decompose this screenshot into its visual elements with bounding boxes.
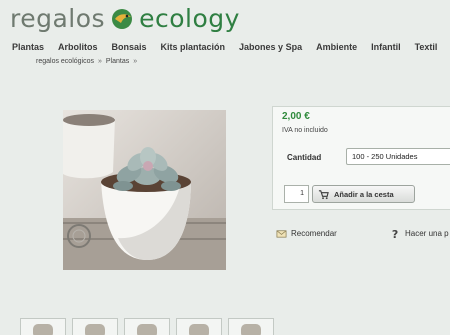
- product-price: 2,00 €: [282, 111, 310, 122]
- envelope-icon: [276, 230, 287, 238]
- logo-text-ecology: ecology: [139, 3, 240, 33]
- recommend-link[interactable]: Recomendar: [276, 228, 337, 239]
- add-to-cart-button[interactable]: Añadir a la cesta: [312, 185, 415, 203]
- succulent-pot-illustration: [63, 110, 226, 270]
- thumbnail[interactable]: [124, 318, 170, 335]
- nav-item-textil[interactable]: Textil: [415, 42, 438, 52]
- nav-item-arbolitos[interactable]: Arbolitos: [58, 42, 98, 52]
- nav-item-kits-plantacion[interactable]: Kits plantación: [161, 42, 226, 52]
- breadcrumb-separator: »: [133, 58, 138, 65]
- ask-question-label: Hacer una p: [405, 229, 449, 238]
- quantity-select[interactable]: 100 - 250 Unidades: [346, 148, 450, 165]
- site-logo[interactable]: regalos ecology: [10, 0, 240, 36]
- thumbnail[interactable]: [176, 318, 222, 335]
- nav-item-ambiente[interactable]: Ambiente: [316, 42, 357, 52]
- nav-item-infantil[interactable]: Infantil: [371, 42, 401, 52]
- question-icon: ?: [392, 228, 398, 239]
- main-nav: Plantas Arbolitos Bonsais Kits plantació…: [12, 42, 450, 52]
- product-image[interactable]: [63, 110, 226, 270]
- breadcrumb: regalos ecológicos » Plantas »: [36, 58, 137, 65]
- nav-item-plantas[interactable]: Plantas: [12, 42, 44, 52]
- breadcrumb-home[interactable]: regalos ecológicos: [36, 58, 94, 65]
- thumbnail[interactable]: [20, 318, 66, 335]
- recommend-label: Recomendar: [291, 229, 337, 238]
- nav-item-jabones-spa[interactable]: Jabones y Spa: [239, 42, 302, 52]
- ask-question-link[interactable]: ? Hacer una p: [390, 228, 449, 239]
- nav-item-bonsais[interactable]: Bonsais: [112, 42, 147, 52]
- svg-text:?: ?: [392, 228, 398, 239]
- thumbnail-strip: [20, 318, 450, 335]
- thumbnail[interactable]: [228, 318, 274, 335]
- bird-logo-icon: [112, 9, 133, 29]
- logo-text-regalos: regalos: [10, 3, 106, 33]
- breadcrumb-plantas[interactable]: Plantas: [106, 58, 129, 65]
- breadcrumb-separator: »: [97, 58, 102, 65]
- tax-note: IVA no incluido: [282, 127, 328, 134]
- quantity-label: Cantidad: [287, 153, 322, 162]
- add-to-cart-label: Añadir a la cesta: [334, 189, 394, 199]
- thumbnail[interactable]: [72, 318, 118, 335]
- quantity-input[interactable]: 1: [284, 185, 309, 203]
- cart-icon: [318, 189, 329, 199]
